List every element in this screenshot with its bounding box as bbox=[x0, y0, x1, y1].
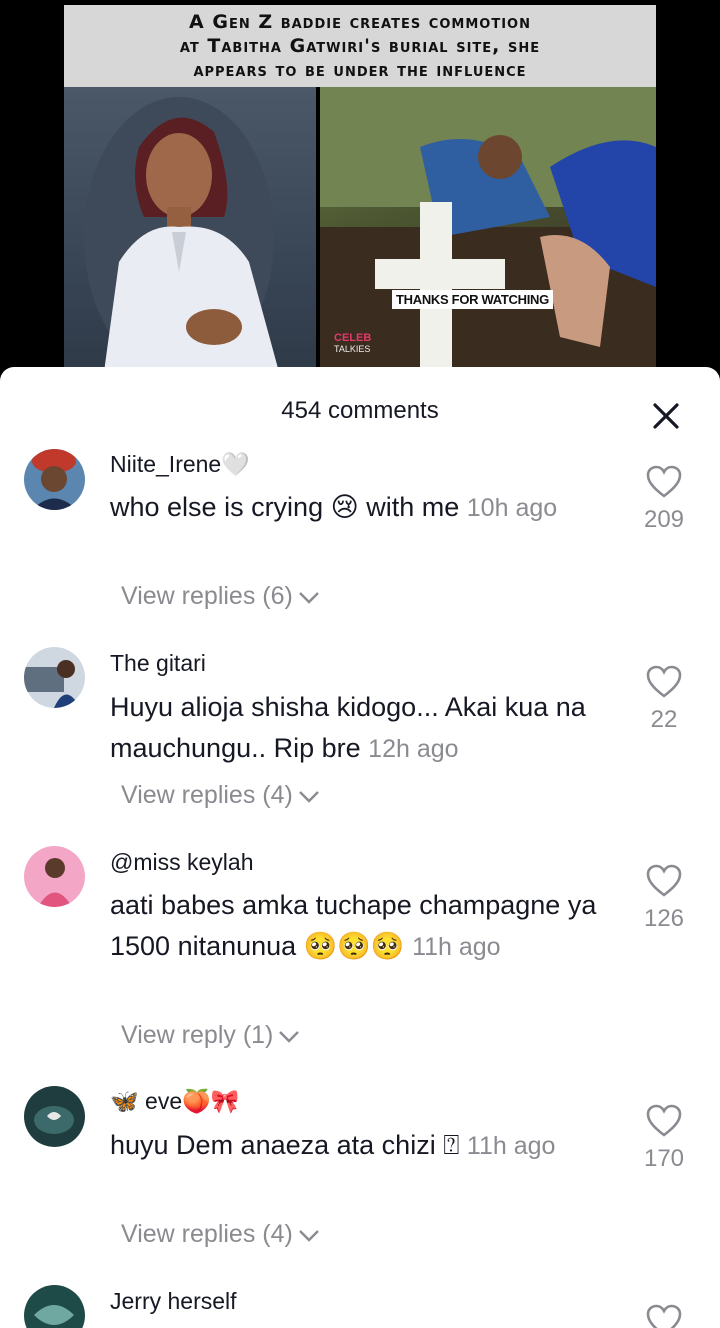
comment-body: Huyu alioja shisha kidogo... Akai kua na… bbox=[110, 687, 610, 770]
view-replies-label: View reply (1) bbox=[121, 1021, 274, 1049]
heart-icon bbox=[646, 465, 682, 498]
comment-username[interactable]: 🦋 eve🍑🎀 bbox=[110, 1088, 239, 1115]
comment-text: aati babes amka tuchape champagne ya 150… bbox=[110, 890, 597, 961]
like-count: 126 bbox=[643, 905, 685, 932]
view-replies-button[interactable]: View reply (1) bbox=[121, 1021, 301, 1050]
comment-username[interactable]: The gitari bbox=[110, 650, 206, 677]
logo-top: CELEB bbox=[334, 332, 372, 344]
avatar[interactable] bbox=[24, 449, 85, 510]
like-button[interactable]: 22 bbox=[638, 665, 690, 734]
heart-icon bbox=[646, 1304, 682, 1328]
avatar[interactable] bbox=[24, 846, 85, 907]
avatar[interactable] bbox=[24, 1285, 85, 1328]
like-button[interactable]: 209 bbox=[638, 465, 690, 534]
comment-username[interactable]: @miss keylah bbox=[110, 849, 254, 876]
chevron-down-icon bbox=[298, 1229, 319, 1242]
channel-logo: CELEB TALKIES bbox=[334, 333, 371, 355]
view-replies-label: View replies (4) bbox=[121, 1220, 293, 1248]
like-button[interactable]: 170 bbox=[638, 1104, 690, 1173]
watch-overlay-label: THANKS FOR WATCHING bbox=[392, 290, 553, 309]
video-headline: A Gen Z baddie creates commotion at Tabi… bbox=[64, 5, 656, 87]
comments-sheet: 454 comments Niite_Irene🤍 who else is cr… bbox=[0, 367, 720, 1328]
logo-bottom: TALKIES bbox=[334, 344, 371, 354]
like-count: 170 bbox=[643, 1145, 685, 1172]
heart-icon bbox=[646, 1104, 682, 1137]
view-replies-button[interactable]: View replies (6) bbox=[121, 582, 321, 611]
chevron-down-icon bbox=[298, 591, 319, 604]
video-player[interactable]: A Gen Z baddie creates commotion at Tabi… bbox=[0, 0, 720, 400]
comment-text: who else is crying 😢 with me bbox=[110, 492, 460, 522]
comment-text: Huyu alioja shisha kidogo... Akai kua na… bbox=[110, 692, 586, 763]
headline-line: appears to be under the influence bbox=[193, 59, 527, 81]
chevron-down-icon bbox=[298, 790, 319, 803]
comment-time: 11h ago bbox=[412, 933, 501, 961]
heart-icon bbox=[646, 864, 682, 897]
like-count: 22 bbox=[650, 706, 678, 733]
comment-time: 11h ago bbox=[466, 1132, 556, 1160]
view-replies-label: View replies (6) bbox=[121, 582, 293, 610]
view-replies-label: View replies (4) bbox=[121, 781, 293, 809]
heart-icon bbox=[646, 665, 682, 698]
burial-site-image bbox=[320, 87, 656, 372]
comment-body: huyu Dem anaeza ata chizi ⍰ 11h ago bbox=[110, 1125, 610, 1167]
comment-time: 10h ago bbox=[466, 494, 558, 522]
comment-username[interactable]: Jerry herself bbox=[110, 1288, 237, 1315]
like-button[interactable]: 126 bbox=[638, 864, 690, 933]
avatar[interactable] bbox=[24, 647, 85, 708]
comment-text: huyu Dem anaeza ata chizi ⍰ bbox=[110, 1130, 460, 1160]
headline-line: A Gen Z baddie creates commotion bbox=[189, 11, 531, 33]
view-replies-button[interactable]: View replies (4) bbox=[121, 781, 321, 810]
comment-body: aati babes amka tuchape champagne ya 150… bbox=[110, 885, 610, 968]
comment-body: who else is crying 😢 with me 10h ago bbox=[110, 487, 610, 529]
like-count: 209 bbox=[643, 506, 685, 533]
headline-line: at Tabitha Gatwiri's burial site, she bbox=[179, 35, 541, 57]
comments-count-title: 454 comments bbox=[281, 397, 439, 424]
avatar[interactable] bbox=[24, 1086, 85, 1147]
like-button[interactable] bbox=[638, 1304, 690, 1328]
chevron-down-icon bbox=[279, 1030, 300, 1043]
view-replies-button[interactable]: View replies (4) bbox=[121, 1220, 321, 1249]
comment-time: 12h ago bbox=[368, 735, 459, 763]
comment-username[interactable]: Niite_Irene🤍 bbox=[110, 451, 250, 478]
woman-portrait-image bbox=[64, 87, 316, 372]
close-icon[interactable] bbox=[652, 402, 680, 430]
